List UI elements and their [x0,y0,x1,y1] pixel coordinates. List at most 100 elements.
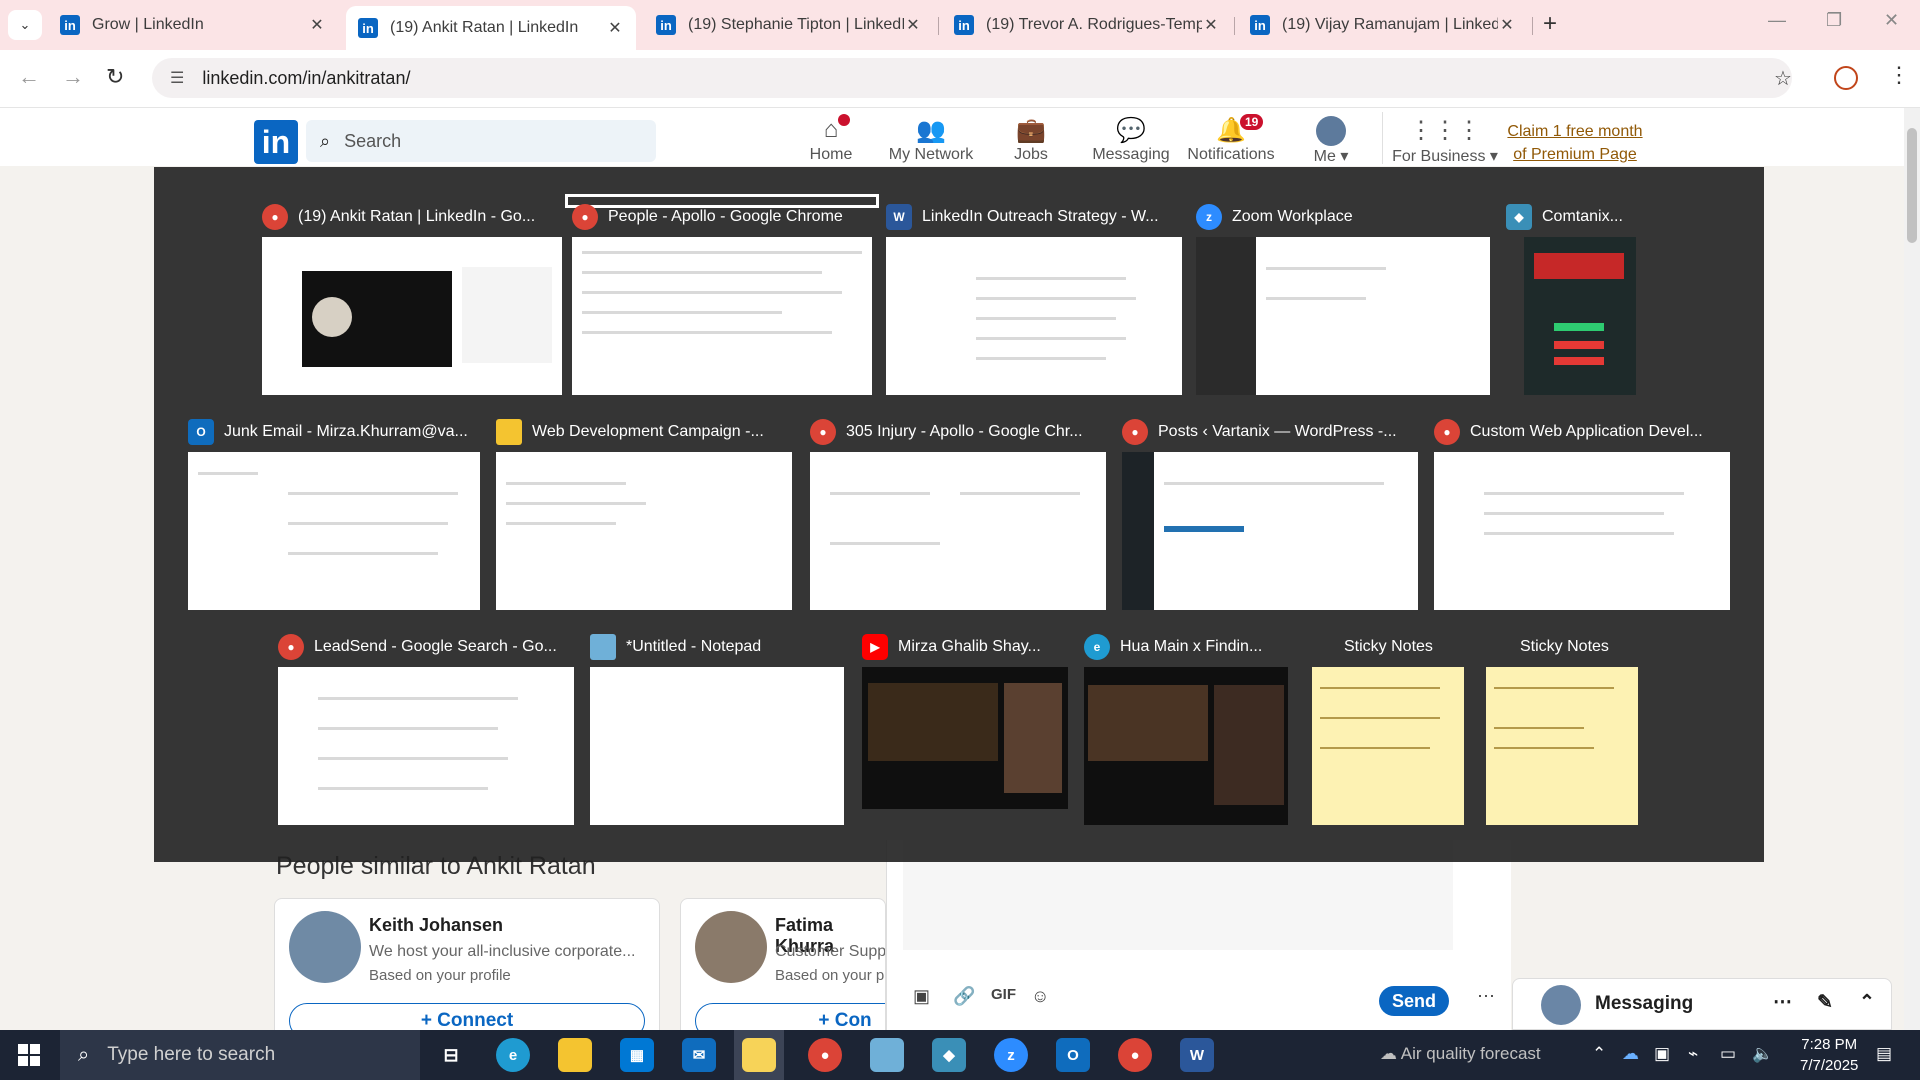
windows-start-icon[interactable] [18,1044,40,1066]
system-clock[interactable]: 7:28 PM 7/7/2025 [1800,1034,1858,1076]
window-thumbnail [1084,667,1288,825]
tab-separator [1532,17,1533,35]
close-icon[interactable]: ✕ [606,18,624,38]
window-thumbnail [278,667,574,825]
window-title: (19) Ankit Ratan | LinkedIn - Go... [298,208,536,225]
close-icon[interactable]: ✕ [308,15,326,35]
more-options-icon[interactable]: ⋯ [1773,991,1792,1014]
file-explorer-icon[interactable] [558,1038,592,1072]
nav-label: For Business ▾ [1392,148,1498,165]
mail-icon[interactable]: ✉ [682,1038,716,1072]
task-view-icon[interactable]: ⊟ [434,1038,468,1072]
chevron-up-icon[interactable]: ⌃ [1859,991,1875,1014]
back-arrow-icon[interactable]: ← [18,64,40,90]
linkedin-favicon-icon: in [358,18,378,38]
attach-link-icon[interactable]: 🔗 [953,986,975,1007]
weather-widget[interactable]: ☁ Air quality forecast [1380,1044,1541,1064]
restore-icon[interactable]: ❐ [1826,10,1842,31]
nav-label: Notifications [1187,146,1275,163]
compose-icon[interactable]: ✎ [1817,991,1833,1014]
window-title: Sticky Notes [1344,638,1433,655]
window-close-icon[interactable]: ✕ [1884,10,1899,31]
new-tab-plus-icon[interactable]: + [1543,10,1557,38]
linkedin-search-input[interactable]: ⌕ Search [306,120,656,162]
more-options-icon[interactable]: ⋯ [1477,986,1495,1007]
tab-stephanie-tipton[interactable]: in (19) Stephanie Tipton | LinkedIn ✕ [644,8,934,42]
zoom-icon[interactable]: z [994,1038,1028,1072]
nav-home[interactable]: ⌂ Home [786,114,876,164]
gif-icon[interactable]: GIF [991,986,1016,1003]
taskbar-search-box[interactable]: ⌕ Type here to search [60,1030,420,1080]
chrome-icon[interactable]: ● [808,1038,842,1072]
nav-label: My Network [888,146,974,163]
chrome-icon: ● [262,204,288,230]
nav-messaging[interactable]: 💬 Messaging [1086,116,1176,164]
linkedin-logo[interactable]: in [254,120,298,164]
notepad-icon[interactable] [870,1038,904,1072]
site-info-icon[interactable]: ☰ [170,68,184,88]
word-icon[interactable]: W [1180,1038,1214,1072]
tab-ankit-ratan[interactable]: in (19) Ankit Ratan | LinkedIn ✕ [346,6,636,50]
address-bar[interactable]: ☰ linkedin.com/in/ankitratan/ [152,58,1792,98]
notifications-icon[interactable]: ▤ [1876,1044,1892,1064]
close-icon[interactable]: ✕ [1498,15,1516,35]
close-icon[interactable]: ✕ [904,15,922,35]
nav-jobs[interactable]: 💼 Jobs [986,116,1076,164]
store-icon[interactable]: ▦ [620,1038,654,1072]
zoom-icon: z [1196,204,1222,230]
tab-title: (19) Trevor A. Rodrigues-Templar [986,16,1202,33]
security-icon[interactable]: ▣ [1654,1044,1670,1064]
notification-count-badge: 19 [1240,114,1264,130]
nav-notifications[interactable]: 🔔 19 Notifications [1186,114,1276,164]
forward-arrow-icon[interactable]: → [62,64,84,90]
avatar[interactable] [695,911,767,983]
scrollbar-thumb[interactable] [1907,128,1917,243]
outlook-icon[interactable]: O [1056,1038,1090,1072]
messaging-label: Messaging [1595,993,1694,1014]
person-basis: Based on your profile [369,967,511,984]
premium-line-2: of Premium Page [1513,146,1637,163]
nav-my-network[interactable]: 👥 My Network [886,116,976,164]
tab-grow-linkedin[interactable]: in Grow | LinkedIn ✕ [48,8,338,42]
tab-title: (19) Vijay Ramanujam | LinkedIn [1282,16,1498,33]
emoji-icon[interactable]: ☺ [1031,986,1049,1007]
person-name[interactable]: Keith Johansen [369,915,503,936]
url-text: linkedin.com/in/ankitratan/ [202,67,411,88]
bookmark-star-icon[interactable]: ☆ [1774,66,1792,91]
nav-label: Me ▾ [1313,148,1349,165]
page-scrollbar[interactable] [1904,108,1920,1030]
minimize-icon[interactable]: — [1768,10,1786,31]
window-thumbnail [862,667,1068,809]
avatar[interactable] [289,911,361,983]
tab-vijay-ramanujam[interactable]: in (19) Vijay Ramanujam | LinkedIn ✕ [1238,8,1528,42]
link-icon[interactable]: ⌁ [1688,1044,1698,1064]
taskbar-search-placeholder: Type here to search [107,1044,276,1065]
chrome-icon: ● [278,634,304,660]
chevron-up-icon[interactable]: ⌃ [1592,1044,1606,1064]
edge-icon[interactable]: e [496,1038,530,1072]
tab-trevor-rodrigues[interactable]: in (19) Trevor A. Rodrigues-Templar ✕ [942,8,1232,42]
messaging-dock[interactable]: Messaging ⋯ ✎ ⌃ [1512,978,1892,1030]
nav-me[interactable]: Me ▾ [1286,116,1376,166]
chrome-menu-icon[interactable]: ⋮ [1888,62,1910,88]
home-icon: ⌂ [823,116,839,143]
volume-icon[interactable]: 🔈 [1752,1044,1773,1064]
premium-line-1: Claim 1 free month [1507,123,1643,140]
word-icon: W [886,204,912,230]
image-icon[interactable]: ▣ [913,986,930,1007]
onedrive-icon[interactable]: ☁ [1622,1044,1639,1064]
sticky-notes-icon[interactable] [742,1038,776,1072]
send-button[interactable]: Send [1379,986,1449,1016]
browser-tab-strip: ⌄ in Grow | LinkedIn ✕ in (19) Ankit Rat… [0,0,1920,50]
premium-offer-link[interactable]: Claim 1 free month of Premium Page [1500,120,1650,166]
network-icon[interactable]: ▭ [1720,1044,1736,1064]
tab-search-button[interactable]: ⌄ [8,10,42,40]
reload-icon[interactable]: ↻ [106,64,124,90]
nav-for-business[interactable]: ⋮⋮⋮ For Business ▾ [1390,116,1500,166]
chrome-icon[interactable]: ● [1118,1038,1152,1072]
window-title: Hua Main x Findin... [1120,638,1263,655]
app-icon[interactable]: ◆ [932,1038,966,1072]
windows-taskbar: ⌕ Type here to search ⊟ e ▦ ✉ ● ◆ z O ● … [0,1030,1920,1080]
profile-icon[interactable] [1834,66,1858,90]
close-icon[interactable]: ✕ [1202,15,1220,35]
